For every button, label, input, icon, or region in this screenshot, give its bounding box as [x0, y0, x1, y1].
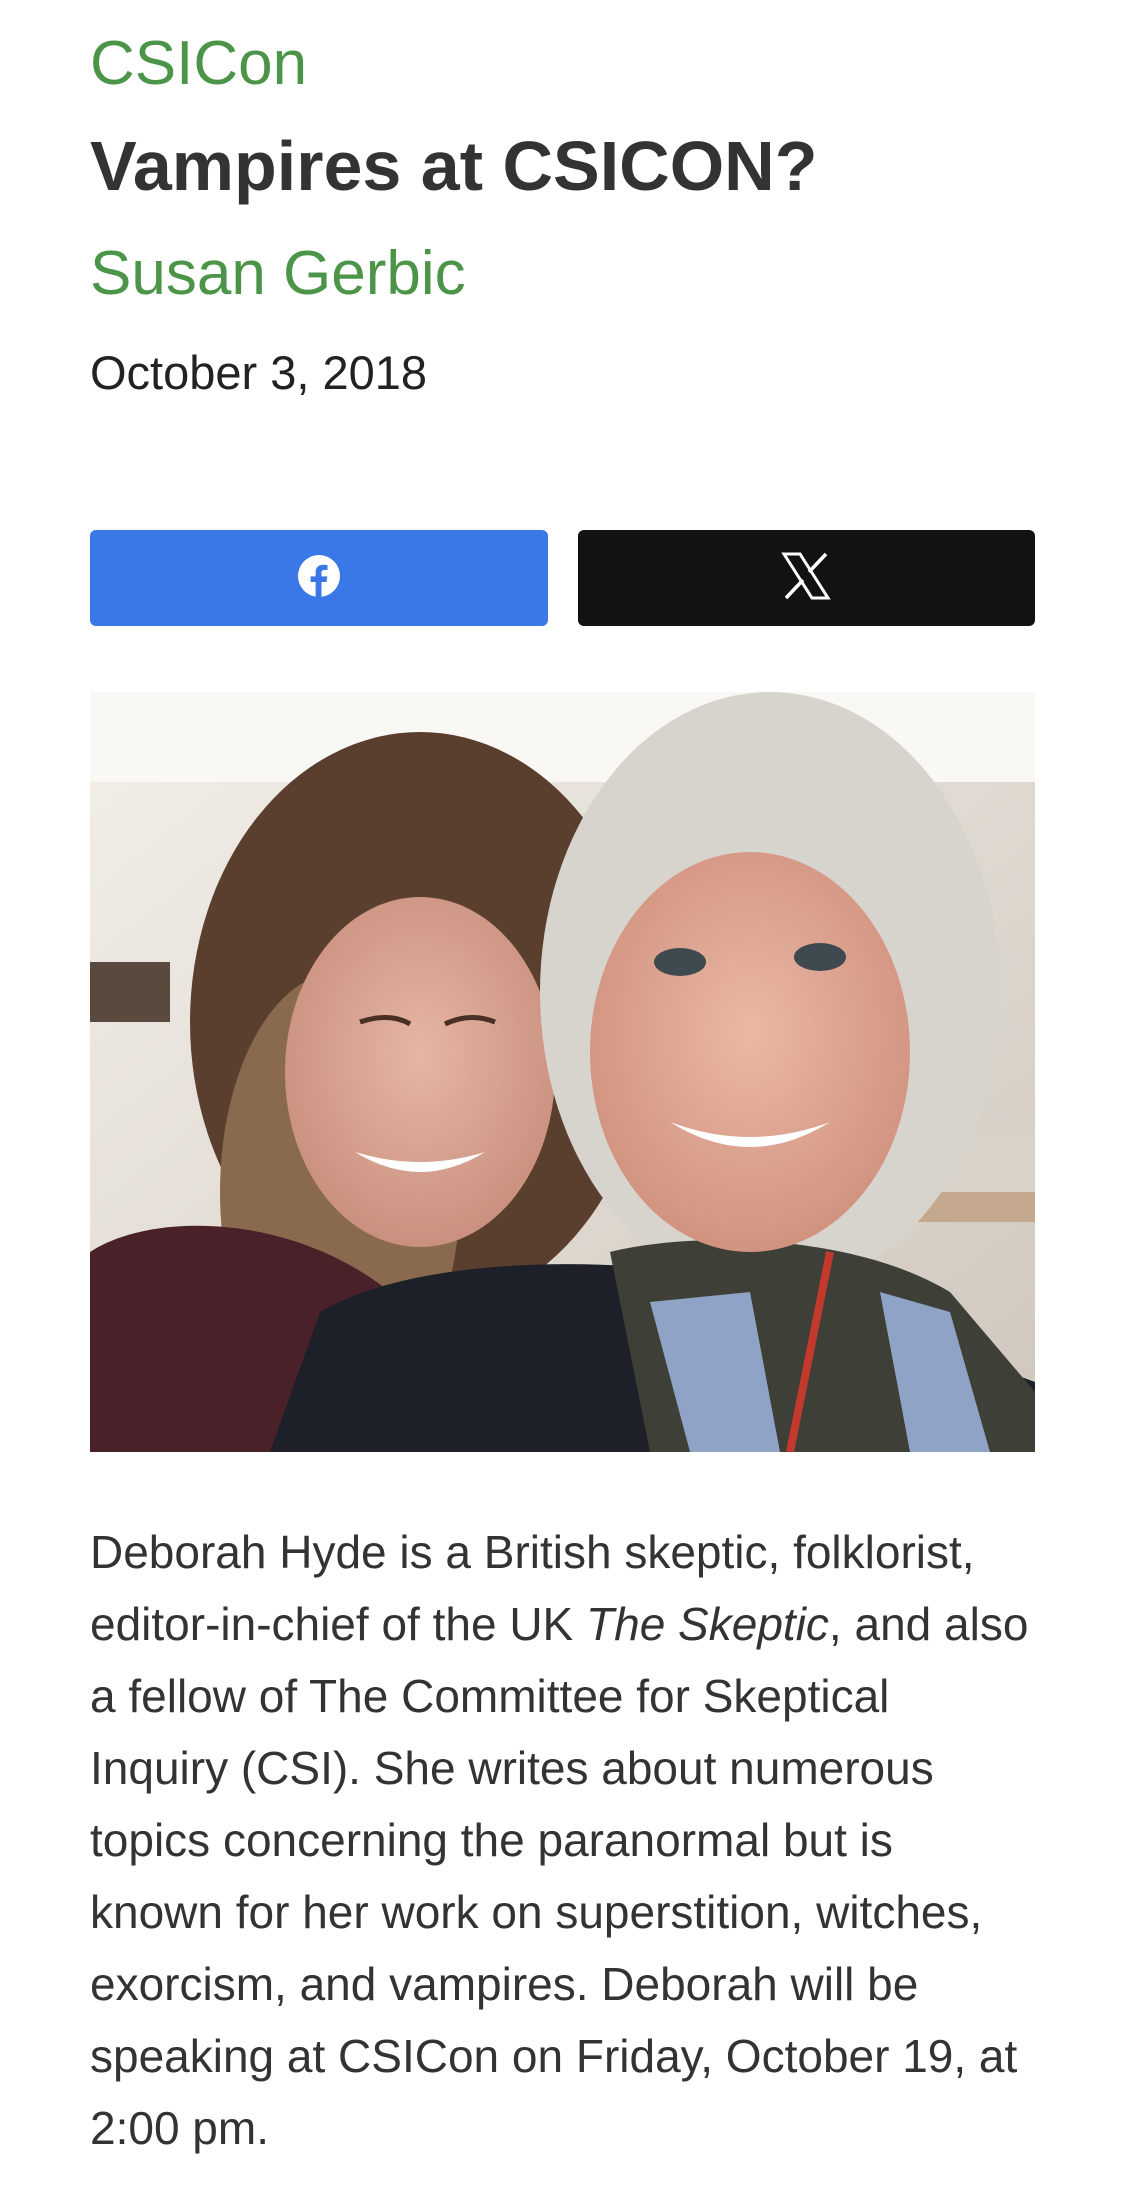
facebook-share-button[interactable]: [90, 530, 548, 626]
article-body: Deborah Hyde is a British skeptic, folkl…: [90, 1516, 1035, 2164]
page-title: Vampires at CSICON?: [90, 127, 818, 205]
facebook-icon: [297, 554, 341, 603]
x-icon: [780, 550, 832, 607]
body-text-part2: , and also a fellow of The Committee for…: [90, 1598, 1029, 2154]
category-link[interactable]: CSICon: [90, 29, 307, 98]
post-date: October 3, 2018: [90, 346, 428, 399]
author-link[interactable]: Susan Gerbic: [90, 239, 466, 308]
publication-title: The Skeptic: [586, 1598, 829, 1650]
share-bar: [90, 530, 1035, 626]
x-share-button[interactable]: [577, 530, 1035, 626]
article-photo: [90, 692, 1035, 1452]
